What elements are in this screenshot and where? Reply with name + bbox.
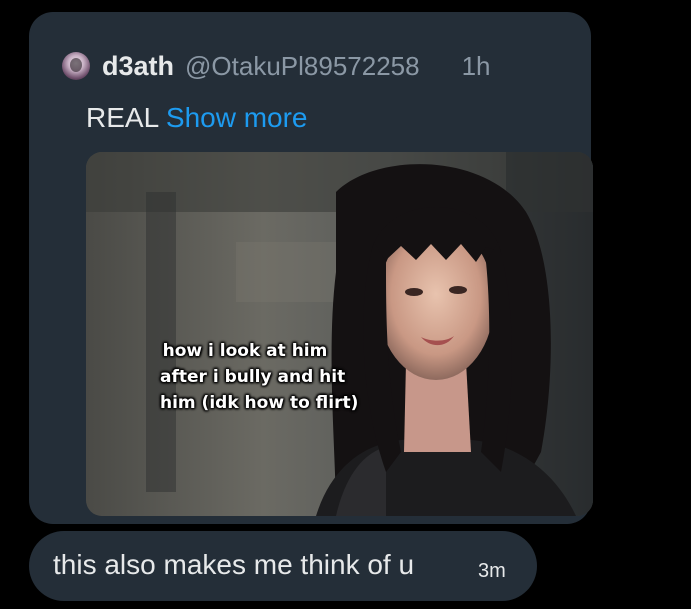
avatar[interactable] (62, 52, 90, 80)
caption-line: how i look at him (162, 341, 328, 361)
quoted-post-card[interactable]: d3ath @OtakuPl89572258 1h REAL Show more (29, 12, 593, 524)
show-more-link[interactable]: Show more (166, 102, 308, 133)
quoted-post-header: d3ath @OtakuPl89572258 1h (62, 48, 491, 84)
post-media-image[interactable]: how i look at him after i bully and hit … (86, 152, 593, 516)
meme-caption: how i look at him after i bully and hit … (160, 338, 359, 416)
quoted-post-text: REAL Show more (86, 102, 308, 134)
message-bubble[interactable]: this also makes me think of u 3m (29, 531, 537, 601)
post-timestamp: 1h (461, 50, 491, 81)
caption-line: after i bully and hit (160, 367, 346, 387)
meme-image (86, 152, 593, 516)
display-name[interactable]: d3ath (102, 51, 174, 82)
message-text: this also makes me think of u (53, 549, 415, 580)
caption-line: him (idk how to flirt) (160, 393, 359, 413)
user-handle[interactable]: @OtakuPl89572258 (185, 51, 420, 82)
message-timestamp: 3m (478, 560, 506, 582)
post-text: REAL (86, 102, 159, 133)
